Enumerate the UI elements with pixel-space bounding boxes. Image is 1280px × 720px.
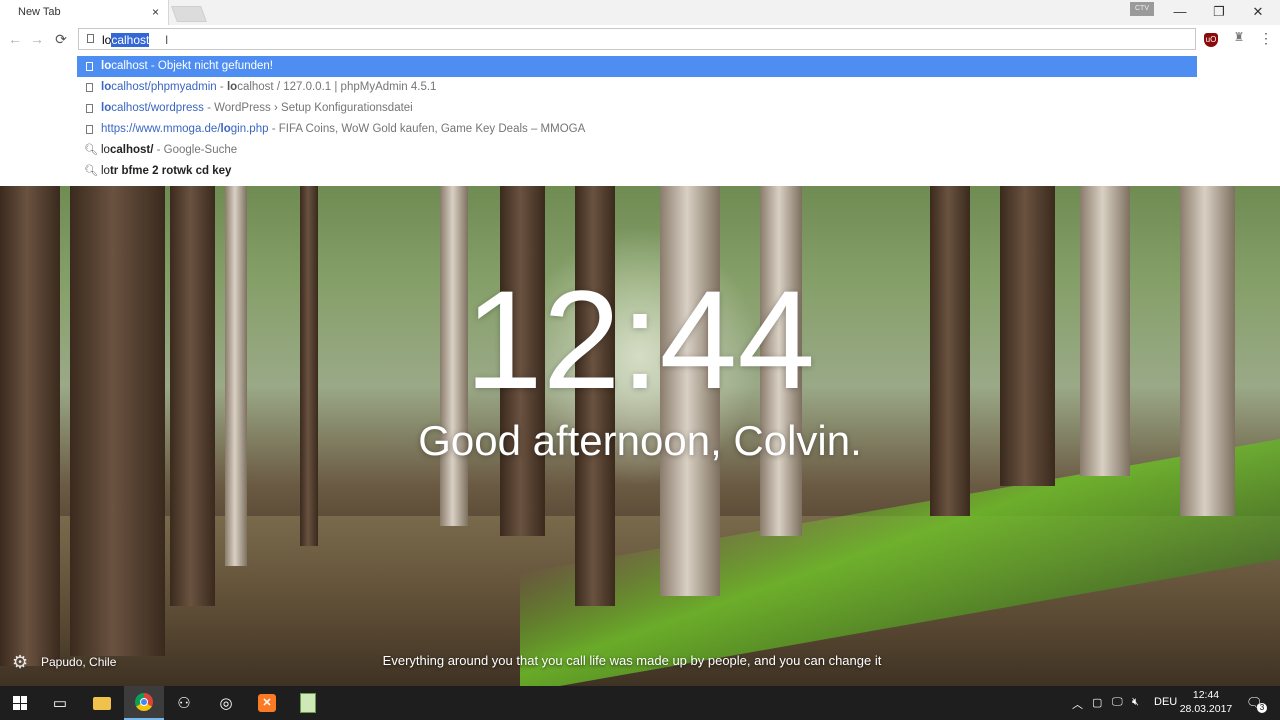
suggestion-item[interactable]: localhost - Objekt nicht gefunden! — [77, 56, 1197, 77]
ublock-extension-icon[interactable]: uO — [1204, 33, 1218, 47]
task-view-icon[interactable]: ▭ — [40, 686, 80, 720]
tray-overflow-icon[interactable]: ︿ — [1072, 696, 1083, 712]
restore-icon[interactable]: ❐ — [1209, 4, 1229, 20]
greeting-text: Good afternoon, Colvin. — [418, 417, 862, 464]
close-window-icon[interactable]: ✕ — [1248, 4, 1268, 20]
file-explorer-icon[interactable] — [82, 686, 122, 720]
autocomplete-selection: calhost — [111, 33, 150, 47]
browser-toolbar: ← → ⟳ localhost I uO ♜ ⋮ — [0, 25, 1280, 55]
network-icon[interactable]: 🖵︎ — [1112, 696, 1123, 709]
suggestion-item[interactable]: 🔍︎ localhost/ - Google-Suche — [77, 140, 1197, 161]
xampp-icon[interactable]: ✕ — [247, 686, 287, 720]
windows-taskbar: ▭ ⚇ ◎ ✕ ︿ ▢ 🖵︎ 🔇︎ DEU 12:44 28.03.2017 🗨… — [0, 686, 1280, 720]
page-icon — [86, 104, 93, 113]
language-indicator[interactable]: DEU — [1154, 696, 1177, 708]
reload-icon[interactable]: ⟳ — [52, 31, 70, 48]
page-icon — [87, 34, 94, 43]
page-icon — [86, 62, 93, 71]
notification-count-badge: 3 — [1257, 703, 1267, 713]
minimize-icon[interactable]: — — [1170, 4, 1190, 19]
page-icon — [86, 125, 93, 134]
suggestion-item[interactable]: localhost/wordpress - WordPress › Setup … — [77, 98, 1197, 119]
tab-close-icon[interactable]: × — [152, 5, 159, 19]
address-bar-text: localhost — [102, 33, 150, 47]
tab-new-tab[interactable]: New Tab × — [0, 0, 169, 25]
chrome-menu-icon[interactable]: ⋮ — [1258, 30, 1274, 47]
windows-logo-icon — [13, 696, 27, 710]
tab-strip: New Tab × CTV — ❐ ✕ — [0, 0, 1280, 25]
start-button[interactable] — [0, 686, 40, 720]
chrome-taskbar-icon[interactable] — [124, 686, 164, 720]
taskbar-time: 12:44 — [1192, 689, 1220, 701]
search-icon: 🔍︎ — [84, 144, 98, 156]
forward-icon[interactable]: → — [28, 31, 46, 47]
search-icon: 🔍︎ — [84, 165, 98, 177]
taskbar-clock[interactable]: 12:44 28.03.2017 — [1176, 688, 1236, 716]
tab-title: New Tab — [18, 6, 61, 18]
back-icon[interactable]: ← — [6, 31, 24, 47]
tray-app-icon[interactable]: ▢ — [1092, 696, 1102, 709]
address-bar[interactable]: localhost I — [78, 28, 1196, 50]
suggestion-item[interactable]: https://www.mmoga.de/login.php - FIFA Co… — [77, 119, 1197, 140]
steam-icon[interactable]: ⚇ — [164, 686, 204, 720]
obs-icon[interactable]: ◎ — [206, 686, 246, 720]
taskbar-date: 28.03.2017 — [1179, 703, 1233, 715]
notepad-plus-icon[interactable] — [288, 686, 328, 720]
extension-icon[interactable]: ♜ — [1231, 30, 1247, 44]
suggestion-item[interactable]: localhost/phpmyadmin - localhost / 127.0… — [77, 77, 1197, 98]
profile-badge[interactable]: CTV — [1130, 2, 1154, 16]
volume-icon[interactable]: 🔇︎ — [1132, 696, 1139, 709]
dashboard-clock: 12:44 — [464, 261, 816, 418]
suggestion-item[interactable]: 🔍︎ lotr bfme 2 rotwk cd key — [77, 161, 1197, 182]
new-tab-button[interactable] — [171, 6, 207, 22]
page-icon — [86, 83, 93, 92]
omnibox-suggestions: localhost - Objekt nicht gefunden! local… — [0, 55, 1280, 187]
daily-quote: Everything around you that you call life… — [382, 653, 882, 668]
text-cursor-icon: I — [165, 33, 169, 47]
